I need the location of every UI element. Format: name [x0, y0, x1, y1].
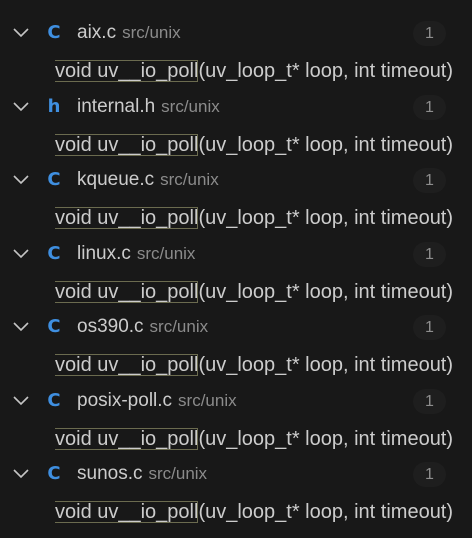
match-line-text: void uv__io_poll(uv_loop_t* loop, int ti… [55, 278, 463, 306]
match-count-badge: 1 [413, 241, 446, 267]
file-result-row[interactable]: Clinux.c src/unix 1 [0, 239, 472, 269]
file-label: os390.c src/unix [77, 315, 208, 339]
match-context: (uv_loop_t* loop, int timeout) [198, 501, 454, 523]
file-label: posix-poll.c src/unix [77, 389, 237, 413]
match-count-badge: 1 [413, 94, 446, 120]
file-result-row[interactable]: Ckqueue.c src/unix 1 [0, 165, 472, 195]
match-highlight: void uv__io_poll [55, 280, 199, 303]
file-name: linux.c [77, 242, 131, 264]
match-highlight: void uv__io_poll [55, 354, 199, 376]
match-highlight: void uv__io_poll [55, 207, 199, 229]
file-label: sunos.c src/unix [77, 462, 207, 486]
match-line-row[interactable]: void uv__io_poll(uv_loop_t* loop, int ti… [0, 55, 472, 85]
match-count-badge: 1 [413, 168, 446, 193]
chevron-down-icon[interactable] [11, 393, 31, 409]
match-highlight: void uv__io_poll [55, 427, 199, 450]
c-file-icon: C [47, 242, 61, 264]
c-file-icon: C [47, 389, 61, 411]
match-context: (uv_loop_t* loop, int timeout) [198, 427, 454, 450]
match-context: (uv_loop_t* loop, int timeout) [198, 207, 454, 229]
chevron-down-icon[interactable] [11, 246, 31, 262]
file-name: aix.c [77, 22, 117, 43]
match-context: (uv_loop_t* loop, int timeout) [198, 280, 454, 303]
file-result-row[interactable]: Cos390.c src/unix 1 [0, 312, 472, 342]
match-line-text: void uv__io_poll(uv_loop_t* loop, int ti… [55, 425, 463, 453]
file-result-row[interactable]: Caix.c src/unix 1 [0, 18, 472, 48]
file-path: src/unix [136, 243, 196, 263]
file-result-row[interactable]: Cposix-poll.c src/unix 1 [0, 386, 472, 416]
c-file-icon: C [47, 316, 61, 337]
file-result-row[interactable]: Csunos.c src/unix 1 [0, 459, 472, 489]
file-label: aix.c src/unix [77, 21, 181, 45]
header-file-icon: h [47, 95, 61, 117]
match-line-row[interactable]: void uv__io_poll(uv_loop_t* loop, int ti… [0, 129, 472, 159]
match-highlight: void uv__io_poll [55, 133, 199, 156]
file-path: src/unix [178, 390, 237, 410]
match-context: (uv_loop_t* loop, int timeout) [198, 60, 454, 82]
match-count-badge: 1 [413, 388, 446, 414]
file-path: src/unix [122, 23, 181, 42]
match-line-text: void uv__io_poll(uv_loop_t* loop, int ti… [55, 204, 463, 232]
match-line-text: void uv__io_poll(uv_loop_t* loop, int ti… [55, 57, 463, 85]
file-name: posix-poll.c [77, 389, 173, 411]
file-name: internal.h [77, 95, 156, 117]
file-path: src/unix [149, 317, 209, 336]
match-line-text: void uv__io_poll(uv_loop_t* loop, int ti… [55, 498, 463, 526]
file-name: kqueue.c [77, 169, 155, 190]
match-context: (uv_loop_t* loop, int timeout) [198, 354, 454, 376]
chevron-down-icon[interactable] [11, 25, 31, 41]
match-highlight: void uv__io_poll [55, 501, 199, 523]
match-count-badge: 1 [413, 462, 446, 487]
file-label: internal.h src/unix [77, 95, 220, 119]
file-label: kqueue.c src/unix [77, 168, 219, 192]
c-file-icon: C [47, 463, 61, 484]
match-line-row[interactable]: void uv__io_poll(uv_loop_t* loop, int ti… [0, 423, 472, 453]
match-count-badge: 1 [413, 315, 446, 340]
search-results-tree: Caix.c src/unix 1 void uv__io_poll(uv_loop_… [0, 0, 472, 538]
match-line-row[interactable]: void uv__io_poll(uv_loop_t* loop, int ti… [0, 202, 472, 232]
file-result-row[interactable]: h internal.h src/unix 1 [0, 92, 472, 122]
file-name: os390.c [77, 316, 144, 337]
match-line-row[interactable]: void uv__io_poll(uv_loop_t* loop, int ti… [0, 496, 472, 526]
match-context: (uv_loop_t* loop, int timeout) [198, 133, 454, 156]
match-highlight: void uv__io_poll [55, 60, 199, 82]
match-count-badge: 1 [413, 21, 446, 46]
match-line-text: void uv__io_poll(uv_loop_t* loop, int ti… [55, 351, 463, 379]
chevron-down-icon[interactable] [11, 319, 31, 335]
file-path: src/unix [160, 170, 219, 189]
file-path: src/unix [148, 464, 208, 483]
chevron-down-icon[interactable] [11, 99, 31, 115]
chevron-down-icon[interactable] [11, 466, 31, 482]
c-file-icon: C [47, 22, 61, 43]
match-line-text: void uv__io_poll(uv_loop_t* loop, int ti… [55, 131, 463, 159]
chevron-down-icon[interactable] [11, 172, 31, 188]
file-name: sunos.c [77, 463, 143, 484]
file-label: linux.c src/unix [77, 242, 195, 266]
c-file-icon: C [47, 169, 61, 190]
match-line-row[interactable]: void uv__io_poll(uv_loop_t* loop, int ti… [0, 349, 472, 379]
match-line-row[interactable]: void uv__io_poll(uv_loop_t* loop, int ti… [0, 276, 472, 306]
file-path: src/unix [161, 96, 220, 116]
